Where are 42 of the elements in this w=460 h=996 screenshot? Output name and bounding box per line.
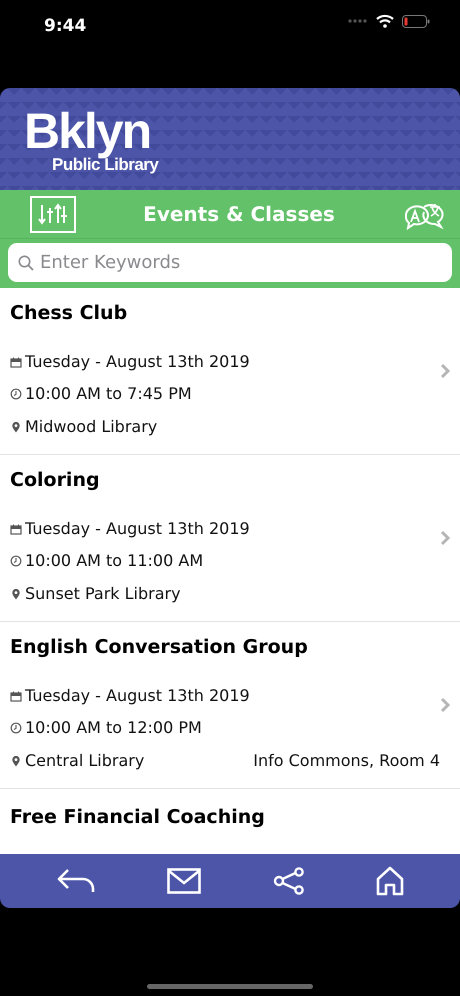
pin-icon	[10, 588, 22, 600]
pin-icon	[10, 754, 22, 767]
event-item[interactable]: Free Financial Coaching	[0, 789, 460, 854]
event-location: Central Library	[25, 750, 144, 772]
calendar-icon	[10, 356, 22, 368]
event-title: Free Financial Coaching	[10, 805, 266, 830]
mail-icon[interactable]	[167, 868, 202, 894]
search-icon	[18, 255, 34, 271]
search-field[interactable]: Enter Keywords	[8, 243, 452, 282]
pin-icon	[10, 420, 22, 433]
wifi-icon	[376, 14, 394, 28]
event-date: Tuesday - August 13th 2019	[25, 684, 250, 707]
event-location: Midwood Library	[25, 416, 158, 438]
clock-time: 9:44	[44, 15, 86, 38]
page-title: Events & Classes	[143, 201, 335, 228]
event-title: English Conversation Group	[10, 635, 309, 660]
event-room: Info Commons, Room 4	[253, 750, 440, 772]
event-time: 10:00 AM to 12:00 PM	[25, 717, 202, 740]
calendar-icon	[10, 690, 22, 702]
logo-wordmark: Bklyn	[24, 106, 150, 156]
back-icon[interactable]	[56, 867, 96, 895]
event-date: Tuesday - August 13th 2019	[25, 518, 250, 540]
clock-icon	[10, 722, 22, 734]
event-item[interactable]: English Conversation Group Tuesday - August 13th 2019 10:00 AM to 12:00 PM Central Library Info Commons, Room 4	[0, 622, 460, 789]
clock-icon	[10, 555, 22, 568]
share-icon[interactable]	[272, 867, 305, 895]
battery-icon	[402, 14, 430, 28]
signal-icon	[348, 18, 368, 24]
event-item[interactable]: Chess Club Tuesday - August 13th 2019 10:00 AM to 7:45 PM Midwood Library	[0, 288, 460, 455]
event-item[interactable]: Coloring Tuesday - August 13th 2019 10:00 AM to 11:00 AM Sunset Park Library	[0, 455, 460, 622]
chevron-icon	[440, 697, 450, 713]
event-date: Tuesday - August 13th 2019	[25, 350, 250, 373]
chevron-icon	[440, 363, 450, 379]
event-location: Sunset Park Library	[25, 582, 181, 605]
event-time: 10:00 AM to 11:00 AM	[25, 550, 204, 572]
event-title: Chess Club	[10, 301, 128, 326]
chevron-icon	[440, 530, 450, 546]
event-title: Coloring	[10, 468, 101, 493]
home-icon[interactable]	[376, 866, 404, 896]
clock-icon	[10, 388, 22, 400]
event-time: 10:00 AM to 7:45 PM	[25, 383, 192, 406]
calendar-icon	[10, 522, 22, 535]
